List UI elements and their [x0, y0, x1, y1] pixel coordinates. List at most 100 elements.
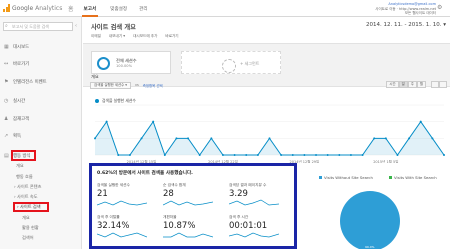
interval-week[interactable]: 주: [407, 81, 417, 88]
data-point[interactable]: [163, 154, 166, 156]
data-point[interactable]: [419, 120, 422, 123]
data-point[interactable]: [140, 137, 143, 140]
data-point[interactable]: [233, 154, 236, 156]
data-point[interactable]: [245, 154, 248, 156]
segment-all-sessions[interactable]: 전체 세션수 100.00%: [91, 51, 171, 74]
sidebar-item-dashboard[interactable]: ▦ 대시보드: [4, 44, 29, 50]
data-point[interactable]: [152, 120, 155, 123]
report-toolbar: 이메일 내보내기 ▾ 대시보드에 추가 바로가기: [91, 34, 187, 39]
segment-circle-icon: [97, 57, 110, 70]
data-point[interactable]: [396, 154, 399, 156]
nav-reports[interactable]: 보고서: [81, 1, 99, 17]
nav-home[interactable]: 홈: [68, 4, 74, 13]
google-analytics-logo[interactable]: Google Analytics: [3, 4, 62, 12]
motion-chart-view-icon[interactable]: [439, 81, 447, 88]
email-button[interactable]: 이메일: [91, 34, 101, 39]
data-point[interactable]: [117, 154, 120, 156]
interval-hour[interactable]: 시간: [386, 81, 399, 88]
data-point[interactable]: [268, 137, 271, 140]
site-search-summary-box: 0.62%의 방문에서 사이트 검색을 사용했습니다. 검색을 실행한 세션수 …: [89, 163, 297, 249]
metric-search-exits[interactable]: 검색 후 이탈률 32.14%: [96, 215, 155, 241]
account-info[interactable]: Analyticsdemo@gmail.com 사이트로 이동 · http:/…: [375, 2, 436, 16]
data-point[interactable]: [443, 154, 445, 156]
sidebar-sub-search-terms[interactable]: 검색어: [22, 235, 34, 241]
data-point[interactable]: [361, 154, 364, 156]
data-point[interactable]: [94, 137, 96, 140]
interval-day[interactable]: 일: [398, 81, 408, 88]
legend-without-search: Visits Without Site Search: [319, 175, 373, 180]
segment-percentage: 100.00%: [116, 64, 132, 68]
line-chart-view-icon[interactable]: [431, 81, 439, 88]
data-point[interactable]: [221, 154, 224, 156]
data-point[interactable]: [373, 137, 376, 140]
vs-label: vs: [135, 83, 139, 87]
data-point[interactable]: [338, 154, 341, 156]
data-point[interactable]: [349, 154, 352, 156]
data-point[interactable]: [291, 154, 294, 156]
metric-select[interactable]: 검색을 실행한 세션수 ▾: [90, 81, 132, 89]
search-placeholder: 보고서 및 도움말 검색: [12, 24, 49, 29]
interval-month[interactable]: 월: [416, 81, 426, 88]
flag-icon: ⚑: [4, 79, 9, 85]
metric-search-refinements[interactable]: 개편하율 10.87%: [163, 215, 221, 241]
interval-toggle: 시간 일 주 월: [386, 81, 426, 88]
select-metric-link[interactable]: 측정항목 선택: [143, 83, 163, 88]
date-range-picker[interactable]: 2014. 12. 11. - 2015. 1. 10. ▾: [366, 22, 446, 28]
legend-with-search: Visits With Site Search: [389, 175, 437, 180]
data-point[interactable]: [280, 154, 283, 156]
pie-percentage-label: 99.4%: [365, 245, 375, 249]
data-point[interactable]: [315, 154, 318, 156]
data-point[interactable]: [384, 137, 387, 140]
legend-swatch-icon: [389, 176, 392, 179]
add-segment-button[interactable]: + 세그먼트: [181, 51, 281, 74]
data-point[interactable]: [326, 154, 329, 156]
sessions-line-chart: 2014년 12월 15일 2014년 12월 22일 2014년 12월 29일 2…: [94, 104, 445, 164]
sparkline: [228, 199, 280, 206]
add-to-dashboard-button[interactable]: 대시보드에 추가: [133, 34, 157, 39]
analytics-logo-icon: [3, 4, 10, 12]
sidebar-sub-site-speed[interactable]: › 사이트 속도: [14, 194, 38, 200]
data-point[interactable]: [408, 137, 411, 140]
collapse-sidebar-icon[interactable]: ‹: [75, 23, 77, 29]
settings-gear-icon[interactable]: ⚙: [437, 4, 444, 11]
summary-headline: 0.62%의 방문에서 사이트 검색을 사용했습니다.: [97, 171, 193, 176]
add-segment-label: + 세그먼트: [240, 61, 260, 66]
data-point[interactable]: [256, 154, 259, 156]
metric-sessions-with-search[interactable]: 검색을 실행한 세션수 21: [96, 183, 155, 209]
sidebar-sub-behavior-flow[interactable]: 행동 흐름: [16, 174, 33, 180]
sparkline: [228, 232, 280, 238]
data-point[interactable]: [210, 137, 213, 140]
chart-view-toggle: [431, 81, 447, 88]
page-title: 사이트 검색 개요: [91, 24, 136, 31]
shortcut-button[interactable]: 바로가기: [165, 34, 178, 39]
data-point[interactable]: [187, 137, 190, 140]
sidebar-sub-site-content[interactable]: › 사이트 콘텐츠: [14, 184, 41, 190]
data-point[interactable]: [198, 154, 201, 156]
data-point[interactable]: [128, 154, 131, 156]
search-input[interactable]: ⌕ 보고서 및 도움말 검색: [3, 22, 73, 31]
metric-results-pageviews-per-search[interactable]: 검색당 결과 페이지뷰 수 3.29: [228, 183, 287, 209]
nav-customization[interactable]: 맞춤설정: [110, 6, 127, 12]
export-button[interactable]: 내보내기 ▾: [109, 34, 125, 39]
account-view: 모든 웹사이트 데이터: [404, 11, 436, 15]
data-point[interactable]: [303, 154, 306, 156]
sidebar-sub-usage[interactable]: 활용 현황: [22, 225, 39, 231]
data-point[interactable]: [105, 120, 108, 123]
pie-chart[interactable]: 99.4%: [340, 191, 400, 249]
data-point[interactable]: [175, 137, 178, 140]
sidebar-sub-search-overview[interactable]: 개요: [22, 215, 30, 221]
overview-tab[interactable]: 개요: [91, 74, 99, 80]
metric-time-after-search[interactable]: 검색 후 시간 00:01:01: [228, 215, 287, 241]
sparkline: [163, 232, 214, 238]
add-segment-circle-icon: [222, 59, 236, 73]
logo-text: Google Analytics: [12, 4, 63, 12]
link-icon: ↔: [4, 61, 9, 67]
sidebar-item-shortcuts[interactable]: ↔ 바로가기: [4, 61, 29, 67]
nav-admin[interactable]: 관리: [139, 6, 147, 12]
highlight-site-search-box: [13, 202, 49, 212]
top-header: Google Analytics 홈 보고서 맞춤설정 관리 Analytics…: [0, 0, 450, 17]
data-point[interactable]: [431, 137, 434, 140]
sidebar-item-intelligence[interactable]: ⚑ 인텔리전스 이벤트: [4, 79, 47, 85]
sparkline: [162, 200, 214, 206]
metric-total-unique-searches[interactable]: 순 검색수 합계 28: [162, 183, 221, 209]
